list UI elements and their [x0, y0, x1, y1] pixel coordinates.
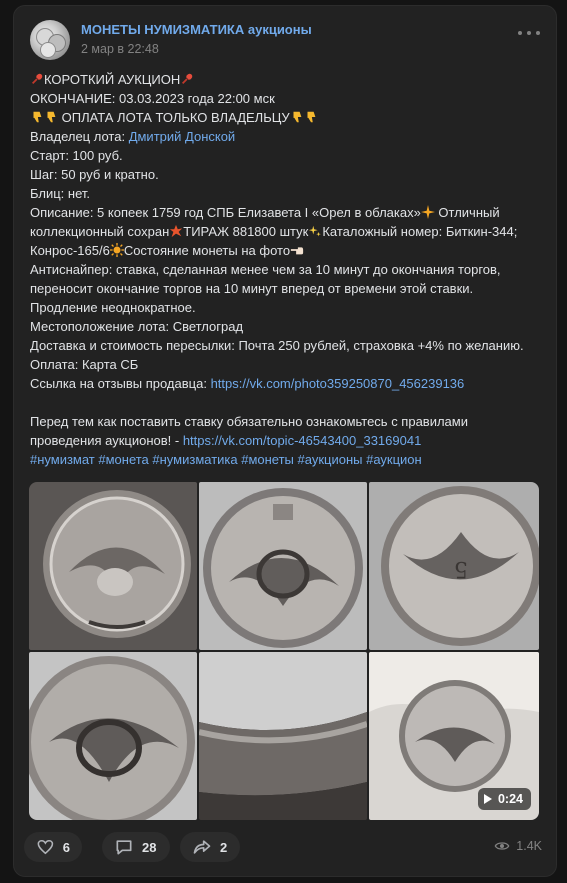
text-line-title: КОРОТКИЙ АУКЦИОН: [30, 70, 545, 89]
photo-coin-reverse-rotated[interactable]: 5: [369, 482, 539, 650]
views-counter: 1.4K: [494, 838, 542, 854]
post-date[interactable]: 2 мар в 22:48: [81, 42, 159, 56]
post-header: МОНЕТЫ НУМИЗМАТИКА аукционы 2 мар в 22:4…: [30, 20, 540, 64]
thumbs-down-icon: [307, 111, 315, 123]
sparkle-burst-icon: [420, 205, 435, 219]
comment-icon: [116, 840, 132, 855]
text-line-step: Шаг: 50 руб и кратно.: [30, 167, 159, 182]
text-line-antisniper-2: переносит окончание торгов на 10 минут в…: [30, 281, 474, 296]
text-line-reviews: Ссылка на отзывы продавца: https://vk.co…: [30, 376, 465, 391]
thumbs-down-icon: [33, 111, 42, 123]
text-line-description-2: коллекционный сохран ТИРАЖ 881800 штук Кат…: [30, 224, 518, 239]
photo-coin-edge-macro[interactable]: [199, 652, 367, 820]
photo-coin-detail[interactable]: [29, 652, 197, 820]
text-line-rules-2: проведения аукционов! - https://vk.com/t…: [30, 433, 422, 448]
text-line-description-1: Описание: 5 копеек 1759 год СПБ Елизавет…: [30, 205, 500, 220]
text-line-payment-owner: ОПЛАТА ЛОТА ТОЛЬКО ВЛАДЕЛЬЦУ: [30, 108, 545, 127]
text-line-location: Местоположение лота: Светлоград: [30, 319, 244, 334]
text-line-description-3: Конрос-165/6 Состояние монеты на фото: [30, 241, 545, 260]
post-text: КОРОТКИЙ АУКЦИОН ОКОНЧАНИЕ: 03.03.2023 г…: [30, 70, 545, 469]
like-count: 6: [62, 839, 70, 855]
group-avatar[interactable]: [30, 20, 70, 60]
comment-button[interactable]: 28: [102, 832, 170, 862]
text-line-ending: ОКОНЧАНИЕ: 03.03.2023 года 22:00 мск: [30, 91, 275, 106]
text-line-pay: Оплата: Карта СБ: [30, 357, 139, 372]
text-line-owner: Владелец лота: Дмитрий Донской: [30, 129, 236, 144]
share-icon: [193, 840, 211, 854]
text-line-prolong: Продление неоднократное.: [30, 300, 196, 315]
thumbs-down-icon: [293, 111, 301, 123]
sun-icon: [109, 243, 124, 257]
hashtags[interactable]: #нумизмат #монета #нумизматика #монеты #…: [30, 450, 545, 469]
text-line-rules-1: Перед тем как поставить ставку обязатель…: [30, 414, 468, 429]
pointing-left-hand-icon: [290, 247, 304, 255]
text-blank-line: [30, 393, 545, 412]
post-footer: 6 28 2 1.4K: [24, 832, 542, 862]
comment-count: 28: [142, 839, 157, 855]
video-duration-badge[interactable]: 0:24: [477, 788, 531, 810]
text-line-blitz: Блиц: нет.: [30, 186, 91, 201]
eye-icon: [494, 842, 510, 850]
thumbs-down-icon: [47, 111, 56, 123]
photo-coin-video[interactable]: 0:24: [369, 652, 539, 820]
photo-coin-obverse[interactable]: [29, 482, 197, 650]
group-name-link[interactable]: МОНЕТЫ НУМИЗМАТИКА аукционы: [81, 22, 312, 37]
owner-link[interactable]: Дмитрий Донской: [129, 129, 236, 144]
pushpin-icon: [32, 73, 43, 84]
post-card: МОНЕТЫ НУМИЗМАТИКА аукционы 2 мар в 22:4…: [13, 5, 557, 877]
sparkles-icon: [309, 225, 322, 237]
views-count: 1.4K: [516, 839, 542, 853]
share-button[interactable]: 2: [180, 832, 240, 862]
text-line-antisniper-1: Антиснайпер: ставка, сделанная менее чем…: [30, 262, 501, 277]
reviews-link[interactable]: https://vk.com/photo359250870_456239136: [211, 376, 465, 391]
heart-icon: [37, 839, 54, 855]
collision-icon: [170, 224, 183, 238]
play-icon: [483, 794, 492, 804]
pushpin-icon: [182, 73, 193, 84]
share-count: 2: [220, 839, 228, 855]
photo-gallery: 5 0:24: [29, 482, 539, 820]
svg-text:5: 5: [454, 556, 468, 581]
rules-link[interactable]: https://vk.com/topic-46543400_33169041: [183, 433, 422, 448]
more-horizontal-icon[interactable]: [518, 26, 540, 40]
photo-coin-obverse-closeup[interactable]: [199, 482, 367, 650]
like-button[interactable]: 6: [24, 832, 82, 862]
text-line-delivery: Доставка и стоимость пересылки: Почта 25…: [30, 338, 524, 353]
text-line-start: Старт: 100 руб.: [30, 148, 123, 163]
